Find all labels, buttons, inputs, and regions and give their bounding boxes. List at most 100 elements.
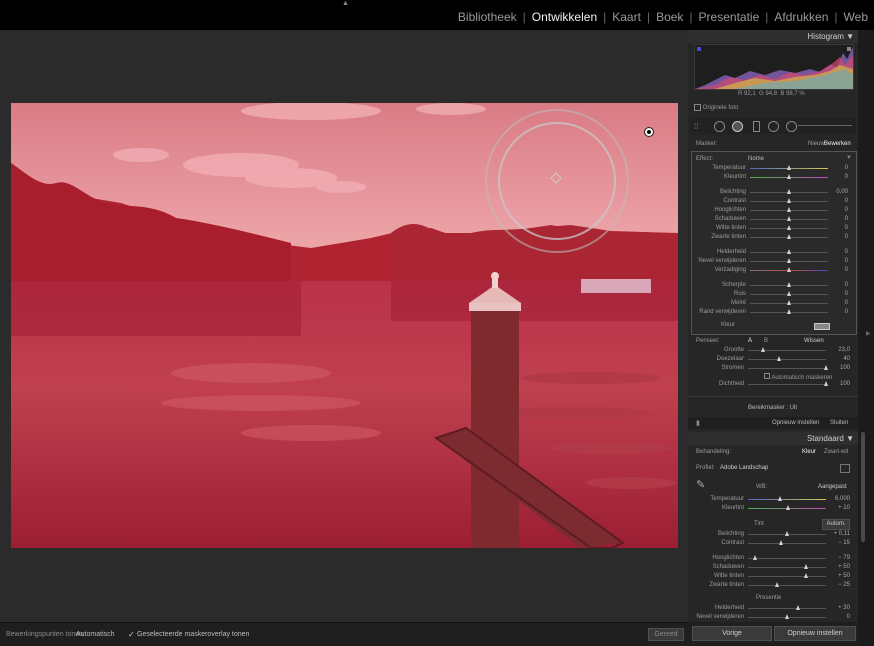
brush-a-tab[interactable]: A	[748, 338, 752, 344]
slider-thumb[interactable]	[784, 531, 789, 536]
brush-b-tab[interactable]: B	[764, 338, 768, 344]
mask-new-button[interactable]: Nieuw	[808, 141, 825, 147]
spot-removal-icon[interactable]	[732, 121, 743, 132]
adjustment-brush-icon[interactable]	[786, 121, 797, 132]
slider-track[interactable]	[748, 543, 826, 544]
slider-belichting[interactable]: Belichting 0,00	[692, 188, 856, 197]
slider-zwarte-tinten[interactable]: Zwarte tinten − 25	[688, 581, 858, 590]
panel-collapse-icon[interactable]: ▶	[866, 330, 871, 337]
overlay-checkbox-icon[interactable]: ✓	[128, 630, 135, 639]
preset-header[interactable]: Standaard ▼	[688, 432, 858, 445]
slider-contrast[interactable]: Contrast 0	[692, 197, 856, 206]
treatment-bw-button[interactable]: Zwart-wit	[824, 449, 848, 455]
slider-stromen[interactable]: Stromen 100	[688, 364, 858, 373]
slider-thumb[interactable]	[786, 282, 791, 287]
slider-thumb[interactable]	[786, 291, 791, 296]
checkbox-icon[interactable]	[764, 373, 770, 379]
auto-tone-button[interactable]: Autom.	[822, 519, 850, 530]
slider-thumb[interactable]	[804, 573, 808, 578]
slider-track[interactable]	[748, 576, 826, 577]
slider-thumb[interactable]	[753, 555, 758, 560]
slider-thumb[interactable]	[804, 564, 808, 569]
slider-thumb[interactable]	[786, 249, 791, 254]
panel-scrollbar[interactable]	[858, 30, 874, 645]
slider-thumb[interactable]	[786, 258, 791, 263]
slider-verzadiging[interactable]: Verzadiging 0	[692, 266, 856, 275]
slider-kleurtint[interactable]: Kleurtint + 10	[688, 504, 858, 513]
slider-thumb[interactable]	[786, 207, 791, 212]
profile-browser-icon[interactable]	[840, 464, 850, 473]
slider-thumb[interactable]	[776, 356, 781, 361]
local-close-button[interactable]: Sluiten	[830, 420, 848, 426]
slider-thumb[interactable]	[786, 216, 791, 221]
slider-ruis[interactable]: Ruis 0	[692, 290, 856, 299]
effect-select[interactable]: Nome	[748, 156, 764, 162]
original-photo-toggle[interactable]: Originele foto	[694, 104, 738, 111]
slider-helderheid[interactable]: Helderheid + 30	[688, 604, 858, 613]
slider-track[interactable]	[748, 359, 826, 360]
slider-thumb[interactable]	[786, 267, 791, 272]
highlight-clipping-icon[interactable]	[847, 47, 851, 51]
slider-witte-tinten[interactable]: Witte tinten + 50	[688, 572, 858, 581]
slider-thumb[interactable]	[786, 300, 791, 305]
slider-track[interactable]	[748, 585, 826, 586]
slider-belichting[interactable]: Belichting + 0,11	[688, 530, 858, 539]
slider-nevel-verwijderen[interactable]: Nevel verwijderen 0	[688, 613, 858, 622]
mask-edit-button[interactable]: Bewerken	[824, 141, 851, 147]
slider-thumb[interactable]	[775, 582, 780, 587]
profile-select[interactable]: Adobe Landschap	[720, 465, 768, 471]
slider-kleurtint[interactable]: Kleurtint 0	[692, 173, 856, 182]
slider-track[interactable]	[748, 368, 826, 369]
slider-thumb[interactable]	[786, 174, 791, 179]
slider-contrast[interactable]: Contrast − 15	[688, 539, 858, 548]
slider-thumb[interactable]	[786, 234, 791, 239]
collapse-top-icon[interactable]: ▲	[342, 0, 349, 7]
wb-select[interactable]: Aangepast	[818, 484, 847, 490]
reset-button[interactable]: Opnieuw instellen	[774, 626, 856, 641]
range-mask-select[interactable]: Bereikmasker : Uit	[748, 405, 797, 411]
brush-erase-tab[interactable]: Wissen	[804, 338, 824, 344]
slider-thumb[interactable]	[786, 225, 791, 230]
module-boek[interactable]: Boek	[656, 10, 683, 24]
slider-hooglichten[interactable]: Hooglichten 0	[692, 206, 856, 215]
grid-icon[interactable]: ⁞⁞	[694, 122, 698, 131]
slider-helderheid[interactable]: Helderheid 0	[692, 248, 856, 257]
slider-zwarte-tinten[interactable]: Zwarte tinten 0	[692, 233, 856, 242]
color-swatch[interactable]	[814, 323, 830, 330]
module-afdrukken[interactable]: Afdrukken	[774, 10, 828, 24]
slider-thumb[interactable]	[761, 347, 766, 352]
slider-track[interactable]	[748, 558, 826, 559]
slider-scherpte[interactable]: Scherpte 0	[692, 281, 856, 290]
adjustment-pin-icon[interactable]	[644, 127, 654, 137]
slider-thumb[interactable]	[823, 381, 828, 386]
slider-track[interactable]	[748, 567, 826, 568]
slider-thumb[interactable]	[784, 614, 789, 619]
slider-schaduwen[interactable]: Schaduwen 0	[692, 215, 856, 224]
module-bibliotheek[interactable]: Bibliotheek	[458, 10, 517, 24]
red-eye-icon[interactable]	[753, 121, 760, 132]
slider-dichtheid[interactable]: Dichtheid 100	[688, 380, 858, 389]
slider-witte-tinten[interactable]: Witte tinten 0	[692, 224, 856, 233]
slider-thumb[interactable]	[786, 198, 791, 203]
slider-temperatuur[interactable]: Temperatuur 6.000	[688, 495, 858, 504]
effect-collapse-icon[interactable]: ▼	[846, 155, 852, 161]
done-button[interactable]: Gereed	[648, 628, 684, 641]
module-web[interactable]: Web	[844, 10, 868, 24]
checkbox-icon[interactable]	[694, 104, 701, 111]
slider-doezelaar[interactable]: Doezelaar 40	[688, 355, 858, 364]
scrollbar-thumb[interactable]	[861, 432, 865, 542]
slider-thumb[interactable]	[796, 605, 801, 610]
module-kaart[interactable]: Kaart	[612, 10, 641, 24]
slider-thumb[interactable]	[786, 505, 791, 510]
local-reset-button[interactable]: Opnieuw instellen	[772, 420, 819, 426]
module-presentatie[interactable]: Presentatie	[699, 10, 760, 24]
pins-select[interactable]: Automatisch	[76, 631, 115, 638]
auto-mask-toggle[interactable]: Automatisch maskeren	[764, 373, 832, 381]
slider-rand-verwijderen[interactable]: Rand verwijderen 0	[692, 308, 856, 317]
slider-thumb[interactable]	[823, 365, 828, 370]
slider-thumb[interactable]	[778, 496, 783, 501]
slider-moiré[interactable]: Moiré 0	[692, 299, 856, 308]
shadow-clipping-icon[interactable]	[697, 47, 701, 51]
tool-slider-track[interactable]	[798, 125, 852, 126]
radial-filter-icon[interactable]	[768, 121, 779, 132]
